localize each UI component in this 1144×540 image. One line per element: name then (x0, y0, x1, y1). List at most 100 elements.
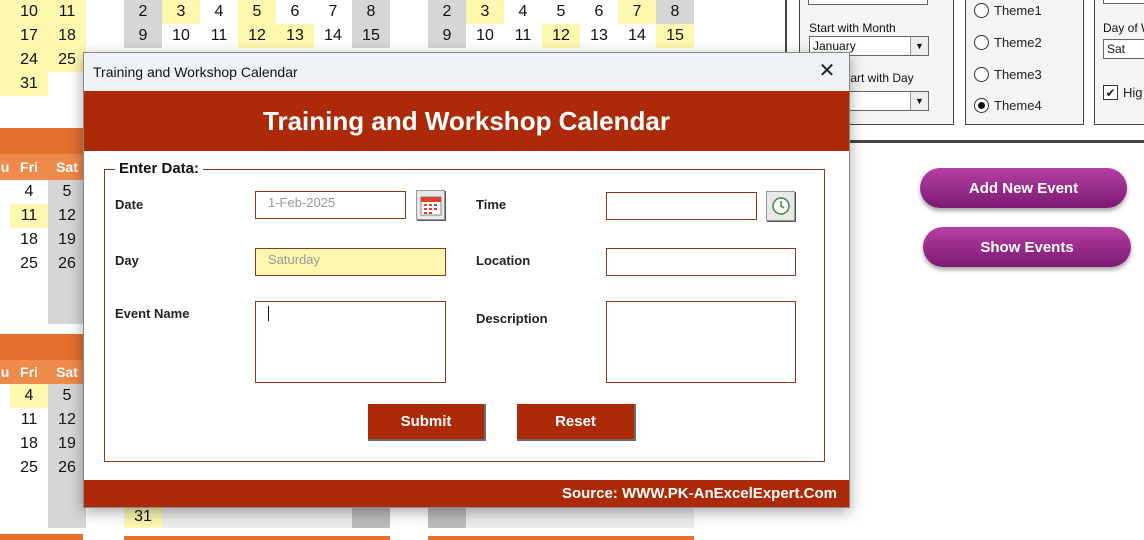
radio-icon (974, 67, 989, 82)
cal-cell: 12 (48, 408, 86, 432)
cal-cell: 17 (10, 24, 48, 48)
cal-cell: 4 (24, 183, 34, 200)
location-label: Location (476, 253, 531, 268)
description-label: Description (476, 311, 548, 326)
dialog-titlebar: Training and Workshop Calendar ✕ (84, 53, 849, 91)
cal-cell: 11 (48, 0, 86, 24)
theme-panel: Theme1 Theme2 Theme3 Theme4 (965, 0, 1084, 125)
cal-cell: 14 (324, 27, 342, 44)
cal-cell: 14 (628, 27, 646, 44)
start-day-select[interactable]: ▼ (849, 91, 929, 111)
chevron-down-icon: ▼ (910, 37, 928, 55)
cal-cell: 12 (48, 204, 86, 228)
radio-icon (974, 3, 989, 18)
day-header: Sat (48, 360, 86, 384)
week-settings-panel: Day of W Sat ✔ Hig (1094, 0, 1144, 125)
day-header: Fri (10, 154, 48, 180)
cal-cell: 3 (162, 0, 200, 24)
day-header: u (0, 154, 10, 180)
cal-cell: 4 (518, 3, 528, 20)
day-header: u (0, 360, 10, 384)
month-bar (0, 334, 83, 360)
date-field[interactable]: 1-Feb-2025 (255, 191, 406, 219)
cal-cell: 25 (20, 255, 38, 272)
cal-cell: 11 (10, 204, 48, 228)
day-header: Fri (10, 360, 48, 384)
submit-button[interactable]: Submit (368, 404, 486, 441)
time-picker-button[interactable] (766, 191, 795, 221)
calendar-picker-button[interactable] (416, 190, 445, 220)
show-events-button[interactable]: Show Events (923, 227, 1131, 267)
cal-cell: 3 (466, 0, 504, 24)
cal-cell: 7 (618, 0, 656, 24)
cal-cell: 11 (514, 27, 532, 44)
cal-cell: 4 (10, 384, 48, 408)
theme-option[interactable]: Theme2 (974, 35, 1042, 50)
cal-cell: 5 (48, 384, 86, 408)
cal-cell: 24 (10, 48, 48, 72)
cal-cell: 5 (556, 3, 566, 20)
cal-cell: 11 (210, 27, 228, 44)
checkbox-checked-icon: ✔ (1103, 85, 1118, 100)
cal-cell: 18 (20, 231, 38, 248)
cal-cell: 31 (124, 506, 162, 528)
day-of-week-select[interactable]: Sat (1103, 39, 1144, 59)
cal-cell: 19 (48, 432, 86, 456)
description-field[interactable] (606, 301, 796, 383)
cal-cell: 11 (20, 411, 38, 428)
close-icon[interactable]: ✕ (817, 61, 837, 81)
cal-cell: 8 (352, 0, 390, 24)
time-label: Time (476, 197, 507, 212)
cal-cell: 18 (48, 24, 86, 48)
event-name-field[interactable] (255, 301, 446, 383)
cal-cell: 5 (238, 0, 276, 24)
cal-cell: 2 (428, 0, 466, 24)
cal-cell: 6 (594, 3, 604, 20)
cal-cell: 10 (172, 27, 190, 44)
day-of-week-label: Day of W (1103, 21, 1144, 35)
cal-cell: 10 (10, 0, 48, 24)
cal-cell: 12 (238, 24, 276, 48)
source-footer: Source: WWW.PK-AnExcelExpert.Com (84, 480, 849, 507)
cal-cell: 9 (428, 24, 466, 48)
text-cursor (268, 306, 269, 321)
cal-cell: 2 (124, 0, 162, 24)
calendar-icon (420, 196, 441, 216)
time-field[interactable] (606, 192, 757, 220)
add-new-event-button[interactable]: Add New Event (920, 168, 1127, 208)
cal-cell: 6 (290, 3, 300, 20)
event-name-label: Event Name (115, 306, 190, 321)
cal-cell: 13 (276, 24, 314, 48)
theme-option[interactable]: Theme3 (974, 67, 1042, 82)
clock-icon (771, 197, 790, 215)
reset-button[interactable]: Reset (517, 404, 636, 441)
day-label: Day (115, 253, 139, 268)
cal-cell: 26 (48, 456, 86, 480)
day-header: Sat (48, 154, 86, 180)
radio-icon (974, 35, 989, 50)
cal-cell: 25 (20, 459, 38, 476)
month-bar (0, 128, 83, 154)
location-field[interactable] (606, 248, 796, 276)
cal-cell: 13 (590, 27, 608, 44)
start-day-label: tart with Day (847, 71, 914, 85)
cal-cell: 9 (124, 24, 162, 48)
highlight-checkbox[interactable]: ✔ Hig (1103, 85, 1143, 100)
cal-cell: 8 (656, 0, 694, 24)
cal-cell: 10 (476, 27, 494, 44)
cal-cell: 5 (48, 180, 86, 204)
cal-cell: 18 (20, 435, 38, 452)
cal-cell: 15 (656, 24, 694, 48)
chevron-down-icon: ▼ (910, 92, 928, 110)
theme-option-selected[interactable]: Theme4 (974, 98, 1042, 113)
cal-cell: 26 (48, 252, 86, 276)
radio-selected-icon (974, 98, 989, 113)
cal-cell: 19 (48, 228, 86, 252)
cal-cell: 31 (10, 72, 48, 96)
cal-cell: 12 (542, 24, 580, 48)
cal-cell: 15 (352, 24, 390, 48)
cal-cell: 7 (328, 3, 338, 20)
theme-option[interactable]: Theme1 (974, 3, 1042, 18)
enter-data-frame: Enter Data: Date 1-Feb-2025 Time Day Sat… (104, 160, 825, 462)
frame-legend: Enter Data: (115, 160, 204, 177)
